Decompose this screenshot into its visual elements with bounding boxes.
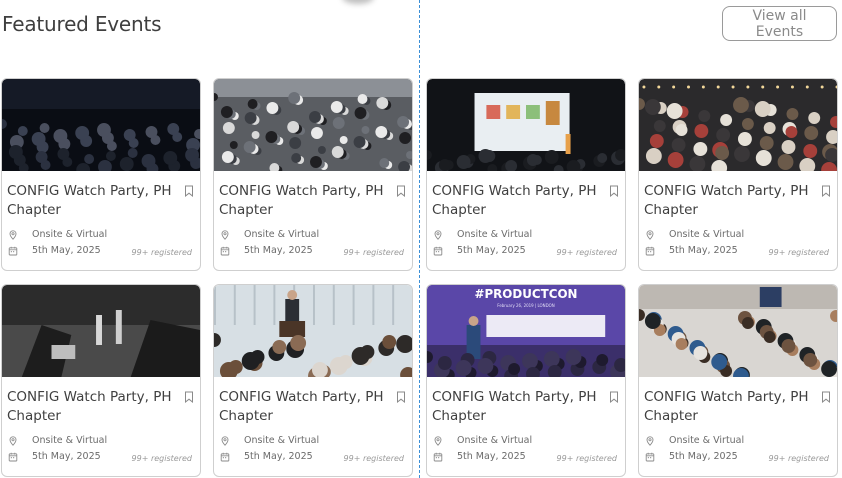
event-image	[639, 79, 837, 171]
event-location: Onsite & Virtual	[645, 435, 744, 446]
event-card[interactable]: CONFIG Watch Party, PH Chapter Onsite & …	[213, 284, 413, 477]
map-pin-icon	[433, 229, 457, 240]
event-date: 5th May, 2025	[220, 451, 313, 462]
event-location-label: Onsite & Virtual	[244, 229, 320, 240]
map-pin-icon	[220, 435, 244, 446]
event-location: Onsite & Virtual	[433, 435, 532, 446]
map-pin-icon	[645, 435, 669, 446]
map-pin-icon	[8, 435, 32, 446]
event-date: 5th May, 2025	[433, 451, 526, 462]
event-image	[214, 79, 412, 171]
event-location: Onsite & Virtual	[8, 435, 107, 446]
event-location: Onsite & Virtual	[8, 229, 107, 240]
event-image	[639, 285, 837, 377]
calendar-icon	[645, 246, 669, 256]
event-date: 5th May, 2025	[8, 245, 101, 256]
event-location-label: Onsite & Virtual	[669, 229, 745, 240]
event-date: 5th May, 2025	[433, 245, 526, 256]
event-image: #PRODUCTCON February 26, 2019 | LONDON	[427, 285, 625, 377]
event-title: CONFIG Watch Party, PH Chapter	[644, 389, 809, 424]
registered-count: 99+ registered	[768, 454, 829, 463]
events-grid: CONFIG Watch Party, PH Chapter Onsite & …	[0, 78, 842, 478]
event-date-label: 5th May, 2025	[244, 245, 313, 256]
event-date: 5th May, 2025	[645, 451, 738, 462]
event-location: Onsite & Virtual	[220, 435, 319, 446]
bookmark-icon[interactable]	[609, 390, 619, 404]
event-card[interactable]: CONFIG Watch Party, PH Chapter Onsite & …	[426, 78, 626, 271]
view-all-events-button[interactable]: View all Events	[722, 6, 837, 41]
registered-count: 99+ registered	[343, 454, 404, 463]
map-pin-icon	[645, 229, 669, 240]
event-title: CONFIG Watch Party, PH Chapter	[432, 389, 597, 424]
image-banner-text: #PRODUCTCON	[475, 287, 578, 301]
event-location-label: Onsite & Virtual	[457, 435, 533, 446]
event-title: CONFIG Watch Party, PH Chapter	[644, 183, 809, 218]
map-pin-icon	[8, 229, 32, 240]
calendar-icon	[8, 246, 32, 256]
event-location: Onsite & Virtual	[645, 229, 744, 240]
bookmark-icon[interactable]	[396, 390, 406, 404]
event-date: 5th May, 2025	[8, 451, 101, 462]
event-location-label: Onsite & Virtual	[32, 435, 108, 446]
image-banner-subtext: February 26, 2019 | LONDON	[497, 303, 554, 308]
registered-count: 99+ registered	[556, 248, 617, 257]
event-date-label: 5th May, 2025	[32, 451, 101, 462]
event-date-label: 5th May, 2025	[457, 451, 526, 462]
bookmark-icon[interactable]	[184, 390, 194, 404]
registered-count: 99+ registered	[131, 248, 192, 257]
event-image	[427, 79, 625, 171]
map-pin-icon	[220, 229, 244, 240]
event-card[interactable]: #PRODUCTCON February 26, 2019 | LONDON CO…	[426, 284, 626, 477]
event-image	[2, 79, 200, 171]
event-date-label: 5th May, 2025	[244, 451, 313, 462]
event-title: CONFIG Watch Party, PH Chapter	[7, 389, 172, 424]
calendar-icon	[433, 246, 457, 256]
event-location-label: Onsite & Virtual	[457, 229, 533, 240]
event-location: Onsite & Virtual	[433, 229, 532, 240]
registered-count: 99+ registered	[556, 454, 617, 463]
event-title: CONFIG Watch Party, PH Chapter	[432, 183, 597, 218]
calendar-icon	[220, 246, 244, 256]
bookmark-icon[interactable]	[609, 184, 619, 198]
event-title: CONFIG Watch Party, PH Chapter	[7, 183, 172, 218]
event-location-label: Onsite & Virtual	[244, 435, 320, 446]
cursor-shadow	[342, 0, 374, 4]
bookmark-icon[interactable]	[184, 184, 194, 198]
event-date-label: 5th May, 2025	[457, 245, 526, 256]
event-title: CONFIG Watch Party, PH Chapter	[219, 389, 384, 424]
map-pin-icon	[433, 435, 457, 446]
bookmark-icon[interactable]	[821, 390, 831, 404]
event-date: 5th May, 2025	[220, 245, 313, 256]
bookmark-icon[interactable]	[821, 184, 831, 198]
event-card[interactable]: CONFIG Watch Party, PH Chapter Onsite & …	[1, 78, 201, 271]
event-location: Onsite & Virtual	[220, 229, 319, 240]
event-location-label: Onsite & Virtual	[32, 229, 108, 240]
event-date: 5th May, 2025	[645, 245, 738, 256]
event-card[interactable]: CONFIG Watch Party, PH Chapter Onsite & …	[638, 78, 838, 271]
event-image	[214, 285, 412, 377]
event-card[interactable]: CONFIG Watch Party, PH Chapter Onsite & …	[638, 284, 838, 477]
event-location-label: Onsite & Virtual	[669, 435, 745, 446]
calendar-icon	[220, 452, 244, 462]
event-title: CONFIG Watch Party, PH Chapter	[219, 183, 384, 218]
event-date-label: 5th May, 2025	[32, 245, 101, 256]
registered-count: 99+ registered	[343, 248, 404, 257]
calendar-icon	[8, 452, 32, 462]
event-image	[2, 285, 200, 377]
registered-count: 99+ registered	[768, 248, 829, 257]
event-date-label: 5th May, 2025	[669, 451, 738, 462]
event-card[interactable]: CONFIG Watch Party, PH Chapter Onsite & …	[213, 78, 413, 271]
calendar-icon	[645, 452, 669, 462]
page-title: Featured Events	[2, 12, 162, 36]
registered-count: 99+ registered	[131, 454, 192, 463]
bookmark-icon[interactable]	[396, 184, 406, 198]
event-card[interactable]: CONFIG Watch Party, PH Chapter Onsite & …	[1, 284, 201, 477]
event-date-label: 5th May, 2025	[669, 245, 738, 256]
calendar-icon	[433, 452, 457, 462]
